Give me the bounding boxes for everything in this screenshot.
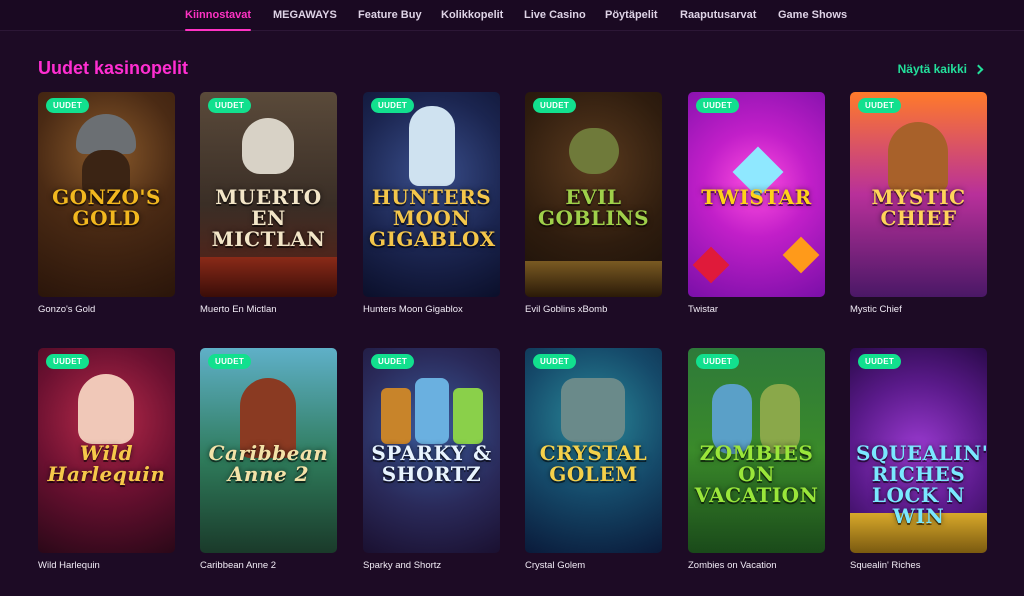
new-badge: UUDET bbox=[858, 98, 902, 113]
tab-poytapelit[interactable]: Pöytäpelit bbox=[605, 9, 658, 21]
top-navigation: Kiinnostavat MEGAWAYS Feature Buy Kolikk… bbox=[0, 0, 1024, 31]
tab-feature-buy[interactable]: Feature Buy bbox=[358, 9, 422, 21]
new-badge: UUDET bbox=[533, 98, 577, 113]
new-badge: UUDET bbox=[46, 354, 90, 369]
game-thumbnail[interactable]: MUERTO EN MICTLAN UUDET bbox=[200, 92, 337, 297]
game-logo-text: GONZO'S GOLD bbox=[52, 185, 161, 230]
game-card-twistar[interactable]: TWISTAR UUDET Twistar bbox=[688, 92, 825, 315]
game-card-muerto-en-mictlan[interactable]: MUERTO EN MICTLAN UUDET Muerto En Mictla… bbox=[200, 92, 337, 315]
game-card-sparky-and-shortz[interactable]: SPARKY & SHORTZ UUDET Sparky and Shortz bbox=[363, 348, 500, 571]
game-title[interactable]: Muerto En Mictlan bbox=[200, 304, 277, 315]
game-logo-text: SPARKY & SHORTZ bbox=[371, 441, 492, 486]
game-card-wild-harlequin[interactable]: Wild Harlequin UUDET Wild Harlequin bbox=[38, 348, 175, 571]
tab-kolikkopelit[interactable]: Kolikkopelit bbox=[441, 9, 503, 21]
game-card-zombies-on-vacation[interactable]: ZOMBIES ON VACATION UUDET Zombies on Vac… bbox=[688, 348, 825, 571]
game-thumbnail[interactable]: SQUEALIN' RICHES LOCK N WIN UUDET bbox=[850, 348, 987, 553]
game-thumbnail[interactable]: TWISTAR UUDET bbox=[688, 92, 825, 297]
game-thumbnail[interactable]: Wild Harlequin UUDET bbox=[38, 348, 175, 553]
game-card-squealin-riches[interactable]: SQUEALIN' RICHES LOCK N WIN UUDET Squeal… bbox=[850, 348, 987, 571]
game-title[interactable]: Sparky and Shortz bbox=[363, 560, 441, 571]
tab-raaputusarvat[interactable]: Raaputusarvat bbox=[680, 9, 756, 21]
game-title[interactable]: Mystic Chief bbox=[850, 304, 902, 315]
game-title[interactable]: Caribbean Anne 2 bbox=[200, 560, 276, 571]
section-title: Uudet kasinopelit bbox=[38, 58, 189, 78]
chevron-right-icon bbox=[973, 64, 984, 74]
new-badge: UUDET bbox=[858, 354, 902, 369]
game-thumbnail[interactable]: GONZO'S GOLD UUDET bbox=[38, 92, 175, 297]
game-logo-text: Wild Harlequin bbox=[47, 441, 166, 486]
game-logo-text: MYSTIC CHIEF bbox=[871, 185, 966, 230]
game-logo-text: Caribbean Anne 2 bbox=[208, 441, 329, 486]
game-card-gonzos-gold[interactable]: GONZO'S GOLD UUDET Gonzo's Gold bbox=[38, 92, 175, 315]
game-thumbnail[interactable]: Caribbean Anne 2 UUDET bbox=[200, 348, 337, 553]
game-title[interactable]: Hunters Moon Gigablox bbox=[363, 304, 463, 315]
show-all-link[interactable]: Näytä kaikki bbox=[897, 62, 984, 76]
game-thumbnail[interactable]: HUNTERS MOON GIGABLOX UUDET bbox=[363, 92, 500, 297]
tab-megaways[interactable]: MEGAWAYS bbox=[273, 9, 337, 21]
game-thumbnail[interactable]: EVIL GOBLINS UUDET bbox=[525, 92, 662, 297]
tab-game-shows[interactable]: Game Shows bbox=[778, 9, 847, 21]
game-logo-text: MUERTO EN MICTLAN bbox=[211, 185, 326, 251]
show-all-label: Näytä kaikki bbox=[897, 62, 967, 76]
game-logo-text: TWISTAR bbox=[701, 185, 812, 209]
game-card-hunters-moon[interactable]: HUNTERS MOON GIGABLOX UUDET Hunters Moon… bbox=[363, 92, 500, 315]
game-thumbnail[interactable]: MYSTIC CHIEF UUDET bbox=[850, 92, 987, 297]
new-badge: UUDET bbox=[46, 98, 90, 113]
game-thumbnail[interactable]: CRYSTAL GOLEM UUDET bbox=[525, 348, 662, 553]
game-thumbnail[interactable]: SPARKY & SHORTZ UUDET bbox=[363, 348, 500, 553]
game-logo-text: CRYSTAL GOLEM bbox=[539, 441, 648, 486]
game-title[interactable]: Gonzo's Gold bbox=[38, 304, 95, 315]
new-badge: UUDET bbox=[208, 98, 252, 113]
game-logo-text: HUNTERS MOON GIGABLOX bbox=[369, 185, 496, 251]
game-title[interactable]: Zombies on Vacation bbox=[688, 560, 777, 571]
game-title[interactable]: Squealin' Riches bbox=[850, 560, 920, 571]
game-card-crystal-golem[interactable]: CRYSTAL GOLEM UUDET Crystal Golem bbox=[525, 348, 662, 571]
game-title[interactable]: Wild Harlequin bbox=[38, 560, 100, 571]
game-title[interactable]: Crystal Golem bbox=[525, 560, 585, 571]
game-card-mystic-chief[interactable]: MYSTIC CHIEF UUDET Mystic Chief bbox=[850, 92, 987, 315]
game-logo-text: ZOMBIES ON VACATION bbox=[694, 441, 819, 507]
new-badge: UUDET bbox=[696, 98, 740, 113]
game-logo-text: SQUEALIN' RICHES LOCK N WIN bbox=[856, 441, 987, 528]
new-badge: UUDET bbox=[533, 354, 577, 369]
game-card-evil-goblins[interactable]: EVIL GOBLINS UUDET Evil Goblins xBomb bbox=[525, 92, 662, 315]
game-card-caribbean-anne-2[interactable]: Caribbean Anne 2 UUDET Caribbean Anne 2 bbox=[200, 348, 337, 571]
new-badge: UUDET bbox=[208, 354, 252, 369]
tab-kiinnostavat[interactable]: Kiinnostavat bbox=[185, 9, 252, 31]
game-thumbnail[interactable]: ZOMBIES ON VACATION UUDET bbox=[688, 348, 825, 553]
tab-live-casino[interactable]: Live Casino bbox=[524, 9, 586, 21]
game-logo-text: EVIL GOBLINS bbox=[537, 185, 650, 230]
game-title[interactable]: Twistar bbox=[688, 304, 718, 315]
new-badge: UUDET bbox=[696, 354, 740, 369]
new-badge: UUDET bbox=[371, 98, 415, 113]
game-title[interactable]: Evil Goblins xBomb bbox=[525, 304, 607, 315]
new-badge: UUDET bbox=[371, 354, 415, 369]
